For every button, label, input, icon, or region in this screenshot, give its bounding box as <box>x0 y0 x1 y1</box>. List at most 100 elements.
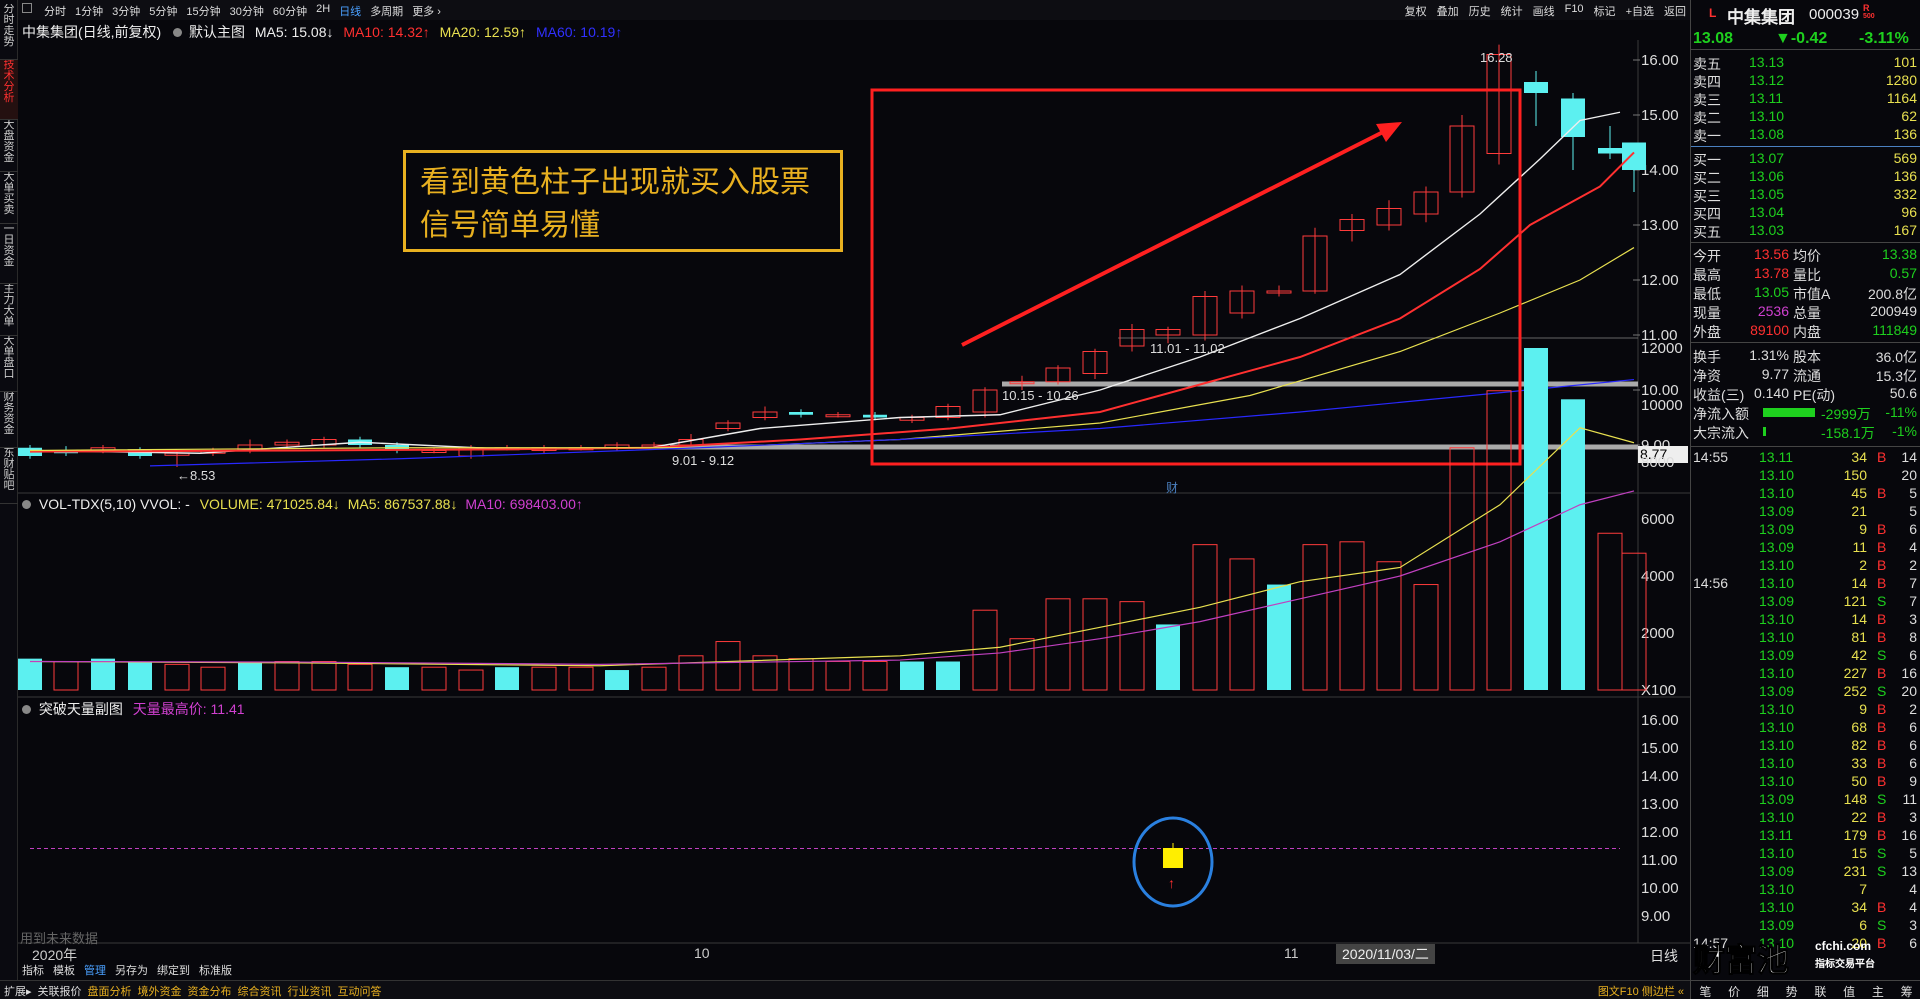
buy-arrow-icon: ↑ <box>1168 875 1175 891</box>
tick-volume: 33 <box>1851 755 1867 771</box>
left-nav-item[interactable]: 大单盘口 <box>0 336 18 392</box>
tick-count: 20 <box>1901 467 1917 483</box>
toolbar-button[interactable]: 历史 <box>1469 3 1491 19</box>
indicator-tab[interactable]: 绑定到 <box>157 962 190 978</box>
indicator-tab[interactable]: 另存为 <box>115 962 148 978</box>
tick-side: B <box>1877 809 1887 825</box>
toolbar-button[interactable]: F10 <box>1565 3 1584 19</box>
tick-row: 13.09 252 S 20 <box>1691 683 1920 701</box>
stat-label: 外盘 <box>1693 324 1721 340</box>
quote-tab[interactable]: 细 <box>1757 983 1769 999</box>
highlight-rect <box>870 88 1522 466</box>
indicator-axis-label: 16.00 <box>1641 712 1679 729</box>
toolbar-button[interactable]: 标记 <box>1594 3 1616 19</box>
left-nav-item[interactable]: 东财贴吧 <box>0 448 18 504</box>
tick-price: 13.10 <box>1759 575 1795 591</box>
vol-name[interactable]: VOL-TDX(5,10) VVOL: - <box>39 496 190 512</box>
stat-divider <box>1691 342 1920 343</box>
volume-bar-up <box>53 661 79 691</box>
period-tab[interactable]: 15分钟 <box>186 3 220 19</box>
status-item[interactable]: 综合资讯 <box>238 983 282 999</box>
left-nav-item[interactable]: 财务资金 <box>0 392 18 448</box>
stat-row: 外盘 89100 内盘 111849 <box>1691 322 1920 343</box>
quote-tab[interactable]: 值 <box>1843 983 1855 999</box>
tick-count: 5 <box>1909 485 1917 501</box>
status-item[interactable]: 资金分布 <box>188 983 232 999</box>
tick-price: 13.09 <box>1759 791 1795 807</box>
period-label[interactable]: 日线 <box>1650 946 1678 966</box>
volume-bar-up <box>347 663 373 691</box>
tick-volume: 22 <box>1851 809 1867 825</box>
quote-tab[interactable]: 筹 <box>1901 983 1913 999</box>
period-tab[interactable]: 1分钟 <box>75 3 103 19</box>
toolbar-expand-icon[interactable] <box>22 3 32 13</box>
month-11-label: 11 <box>1284 945 1299 961</box>
main-chart-info: 中集集团(日线,前复权) 默认主图 MA5: 15.08↓ MA10: 14.3… <box>22 22 622 42</box>
period-tab[interactable]: 60分钟 <box>273 3 307 19</box>
vol-icon[interactable] <box>22 500 31 509</box>
quote-tab[interactable]: 价 <box>1728 983 1740 999</box>
stock-title: 中集集团(日线,前复权) <box>22 24 162 40</box>
flow-value: -2999万 <box>1821 406 1871 422</box>
row-volume: 1280 <box>1885 72 1917 88</box>
period-tab[interactable]: 5分钟 <box>149 3 177 19</box>
period-tab[interactable]: 30分钟 <box>230 3 264 19</box>
status-item[interactable]: 扩展▸ <box>4 983 32 999</box>
ind-name[interactable]: 突破天量副图 <box>39 701 123 717</box>
left-nav-item[interactable]: 大盘资金 <box>0 120 18 172</box>
period-tab[interactable]: 分时 <box>44 3 66 19</box>
stat-value: 9.77 <box>1761 366 1789 382</box>
toolbar-button[interactable]: +自选 <box>1626 3 1654 19</box>
quote-sub-badge: 500 <box>1863 13 1875 20</box>
period-tab[interactable]: 多周期 <box>370 3 403 19</box>
toolbar-button[interactable]: 画线 <box>1533 3 1555 19</box>
indicator-tab[interactable]: 指标 <box>22 962 44 978</box>
template-name[interactable]: 默认主图 <box>189 24 245 40</box>
quote-tab[interactable]: 势 <box>1786 983 1798 999</box>
period-tab[interactable]: 日线 <box>339 3 361 19</box>
volume-info: VOL-TDX(5,10) VVOL: - VOLUME: 471025.84↓… <box>22 496 583 512</box>
quote-tab[interactable]: 主 <box>1872 983 1884 999</box>
tick-volume: 252 <box>1843 683 1867 699</box>
toolbar-button[interactable]: 统计 <box>1501 3 1523 19</box>
toolbar-button[interactable]: 复权 <box>1405 3 1427 19</box>
status-item[interactable]: 境外资金 <box>138 983 182 999</box>
stat-value: 1.31% <box>1749 347 1789 363</box>
tick-row: 13.10 7 4 <box>1691 881 1920 899</box>
template-icon[interactable] <box>173 28 183 37</box>
stat-value: 15.3亿 <box>1875 368 1917 384</box>
left-nav-item[interactable]: 一日资金 <box>0 224 18 284</box>
quote-tab[interactable]: 笔 <box>1699 983 1711 999</box>
volume-bar-down <box>91 658 115 690</box>
stat-label: 现量 <box>1693 305 1721 321</box>
status-item[interactable]: 互动问答 <box>338 983 382 999</box>
left-nav-item[interactable]: 技术分析 <box>0 60 18 120</box>
tick-price: 13.10 <box>1759 737 1795 753</box>
left-nav-item[interactable]: 分时走势 <box>0 4 18 60</box>
period-tab[interactable]: 3分钟 <box>112 3 140 19</box>
tick-count: 6 <box>1909 647 1917 663</box>
tick-side: B <box>1877 755 1887 771</box>
ind-icon[interactable] <box>22 705 31 714</box>
quote-tab[interactable]: 联 <box>1814 983 1826 999</box>
status-item[interactable]: 关联报价 <box>38 983 82 999</box>
toolbar-button[interactable]: 叠加 <box>1437 3 1459 19</box>
period-tab[interactable]: 2H <box>316 3 330 19</box>
quote-code: 000039 <box>1809 6 1860 23</box>
book-divider <box>1691 146 1920 147</box>
cursor-date-label: 2020/11/03/二 <box>1336 944 1435 964</box>
left-nav-item[interactable]: 主力大单 <box>0 284 18 336</box>
toolbar-button[interactable]: 返回 <box>1664 3 1686 19</box>
status-right[interactable]: 图文F10 侧边栏 « <box>1598 983 1684 999</box>
tick-price: 13.09 <box>1759 503 1795 519</box>
indicator-tab[interactable]: 标准版 <box>199 962 232 978</box>
candle-body-down <box>1561 98 1585 137</box>
indicator-tab[interactable]: 模板 <box>53 962 75 978</box>
status-item[interactable]: 行业资讯 <box>288 983 332 999</box>
price-axis-label: 15.00 <box>1641 107 1679 124</box>
left-nav-item[interactable]: 大单买卖 <box>0 172 18 224</box>
status-item[interactable]: 盘面分析 <box>88 983 132 999</box>
indicator-tab[interactable]: 管理 <box>84 962 106 978</box>
flow-bar <box>1763 408 1815 417</box>
period-tab[interactable]: 更多 › <box>412 3 441 19</box>
